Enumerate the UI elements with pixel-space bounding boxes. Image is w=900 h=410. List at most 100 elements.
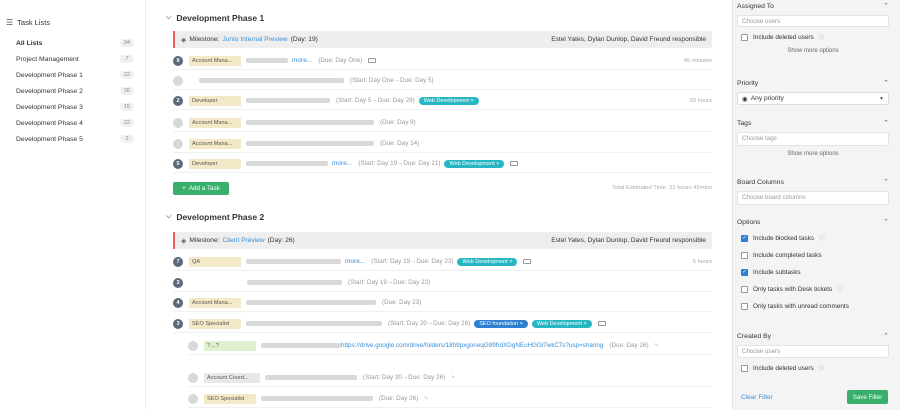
- info-icon: ⓘ: [818, 35, 825, 41]
- section-header[interactable]: Assigned To ⌃: [737, 1, 889, 11]
- section-header[interactable]: Board Columns ⌃: [737, 177, 889, 187]
- chevron-up-icon[interactable]: ⌃: [883, 178, 889, 186]
- card-icon[interactable]: [510, 161, 519, 166]
- task-dates: (Due: Day 14): [380, 140, 420, 147]
- dependency-icon[interactable]: ⤷: [451, 374, 454, 381]
- task-row[interactable]: 7 QA more... (Start: Day 19→Due: Day 23)…: [173, 253, 712, 271]
- priority-select[interactable]: ◉ Any priority ▼: [737, 92, 889, 105]
- task-row[interactable]: 4 Account Mana... (Due: Day 23): [173, 294, 712, 312]
- sidebar-item-development-phase-5[interactable]: Development Phase 5 2: [16, 133, 134, 145]
- chevron-up-icon[interactable]: ⌃: [883, 119, 889, 127]
- blurred-task-name[interactable]: [246, 321, 382, 326]
- show-more-options[interactable]: Show more options: [737, 151, 889, 157]
- phase-2-header[interactable]: ⌵ Development Phase 2: [166, 212, 264, 222]
- dependency-icon[interactable]: ⤷: [424, 395, 427, 402]
- milestone-icon: ◈: [181, 36, 187, 44]
- milestone-link[interactable]: Client Preview: [222, 237, 264, 244]
- task-row[interactable]: (Start: Day One→Due: Day 5): [173, 72, 712, 90]
- blurred-task-name[interactable]: [246, 141, 374, 146]
- subtask-row[interactable]: SEO Specialist (Due: Day 26) ⤷: [188, 390, 712, 408]
- assigned-users-input[interactable]: Choose users: [737, 15, 889, 27]
- include-completed-tasks-checkbox[interactable]: Include completed tasks: [741, 250, 889, 260]
- checkbox[interactable]: [741, 33, 748, 41]
- card-icon[interactable]: [597, 321, 606, 326]
- task-row[interactable]: Account Mana... (Due: Day 14): [173, 135, 712, 153]
- chevron-up-icon[interactable]: ⌃: [883, 218, 889, 226]
- checkbox[interactable]: [741, 285, 748, 293]
- sidebar-item-count: 94: [119, 39, 134, 47]
- include-blocked-tasks-checkbox[interactable]: ✓ Include blocked tasks ⓘ: [741, 233, 889, 243]
- save-filter-button[interactable]: Save Filter: [847, 390, 888, 404]
- blurred-task-name[interactable]: [246, 259, 341, 264]
- include-deleted-users-checkbox[interactable]: Include deleted users ⓘ: [741, 32, 889, 42]
- section-header[interactable]: Options ⌃: [737, 217, 889, 227]
- chevron-down-icon[interactable]: ⌵: [166, 213, 171, 221]
- chevron-up-icon[interactable]: ⌃: [883, 2, 889, 10]
- sidebar-item-all-lists[interactable]: All Lists 94: [16, 37, 134, 49]
- card-icon[interactable]: [523, 259, 532, 264]
- tag-web-development[interactable]: Web Development ×: [444, 159, 505, 168]
- sidebar-item-count: 7: [120, 55, 134, 63]
- include-subtasks-checkbox[interactable]: ✓ Include subtasks: [741, 267, 889, 277]
- subtask-row[interactable]: Account Coord... (Start: Day 20→Due: Day…: [188, 369, 712, 387]
- chevron-down-icon[interactable]: ⌵: [166, 14, 171, 22]
- show-more-options[interactable]: Show more options: [737, 48, 889, 54]
- section-header[interactable]: Tags ⌃: [737, 118, 889, 128]
- sidebar-item-development-phase-3[interactable]: Development Phase 3 15: [16, 101, 134, 113]
- more-link[interactable]: more...: [292, 57, 312, 64]
- only-unread-comments-checkbox[interactable]: Only tasks with unread comments: [741, 301, 889, 311]
- blurred-task-name[interactable]: [199, 78, 344, 83]
- include-deleted-users-checkbox[interactable]: Include deleted users ⓘ: [741, 363, 889, 373]
- task-row[interactable]: 2 Developer (Start: Day 5→Due: Day 28) W…: [173, 92, 712, 110]
- drive-link[interactable]: https://drive.google.com/drive/folders/1…: [341, 342, 603, 349]
- more-link[interactable]: more...: [345, 258, 365, 265]
- sidebar-title: ☰ Task Lists: [6, 18, 51, 27]
- role-label: Account Coord...: [204, 372, 260, 383]
- tag-web-development[interactable]: Web Development ×: [457, 257, 518, 266]
- dependency-icon[interactable]: ⤷: [655, 342, 658, 349]
- section-title: Options: [737, 218, 761, 226]
- section-header[interactable]: Created By ⌃: [737, 331, 889, 341]
- chevron-up-icon[interactable]: ⌃: [883, 79, 889, 87]
- board-columns-input[interactable]: Choose board columns: [737, 191, 889, 205]
- blurred-task-name[interactable]: [261, 396, 373, 401]
- tag-web-development[interactable]: Web Development ×: [418, 96, 479, 105]
- checkbox[interactable]: [741, 364, 748, 372]
- blurred-task-name[interactable]: [261, 343, 341, 348]
- checkbox[interactable]: [741, 251, 748, 259]
- blurred-task-name[interactable]: [246, 98, 330, 103]
- checkbox[interactable]: [741, 302, 748, 310]
- sidebar-item-development-phase-2[interactable]: Development Phase 2 26: [16, 85, 134, 97]
- clear-filter-link[interactable]: Clear Filter: [741, 394, 773, 401]
- milestone-link[interactable]: Junto Internal Preview: [222, 36, 287, 43]
- phase-1-header[interactable]: ⌵ Development Phase 1: [166, 13, 264, 23]
- checkbox-checked[interactable]: ✓: [741, 234, 748, 242]
- task-row[interactable]: 3 SEO Specialist (Start: Day 20→Due: Day…: [173, 315, 712, 333]
- sidebar-item-project-management[interactable]: Project Management 7: [16, 53, 134, 65]
- sidebar-item-development-phase-1[interactable]: Development Phase 1 22: [16, 69, 134, 81]
- task-row[interactable]: 9 Account Mana... more... (Due: Day One)…: [173, 52, 712, 70]
- more-link[interactable]: more...: [332, 160, 352, 167]
- task-row[interactable]: Account Mana... (Due: Day 9): [173, 114, 712, 132]
- blurred-task-name[interactable]: [246, 58, 288, 63]
- tag-web-development[interactable]: Web Development ×: [531, 319, 592, 328]
- blurred-task-name[interactable]: [246, 300, 376, 305]
- card-icon[interactable]: [368, 58, 377, 63]
- blurred-task-name[interactable]: [247, 280, 342, 285]
- sidebar-item-development-phase-4[interactable]: Development Phase 4 22: [16, 117, 134, 129]
- checkbox-checked[interactable]: ✓: [741, 268, 748, 276]
- tag-seo-foundation[interactable]: SEO foundation ×: [474, 319, 528, 328]
- task-row[interactable]: 5 Developer more... (Start: Day 19→Due: …: [173, 155, 712, 173]
- blurred-task-name[interactable]: [246, 120, 374, 125]
- blurred-task-name[interactable]: [246, 161, 328, 166]
- blurred-task-name[interactable]: [265, 375, 357, 380]
- only-desk-tickets-checkbox[interactable]: Only tasks with Desk tickets ⓘ: [741, 284, 889, 294]
- checkbox-label: Only tasks with Desk tickets: [753, 285, 833, 293]
- add-task-button[interactable]: + Add a Task: [173, 182, 229, 195]
- created-by-input[interactable]: Choose users: [737, 345, 889, 358]
- section-header[interactable]: Priority ⌃: [737, 78, 889, 88]
- task-row[interactable]: 3 (Start: Day 19→Due: Day 23): [173, 274, 712, 292]
- subtask-row[interactable]: ?…? https://drive.google.com/drive/folde…: [188, 337, 712, 355]
- chevron-up-icon[interactable]: ⌃: [883, 332, 889, 340]
- tags-input[interactable]: Choose tags: [737, 132, 889, 146]
